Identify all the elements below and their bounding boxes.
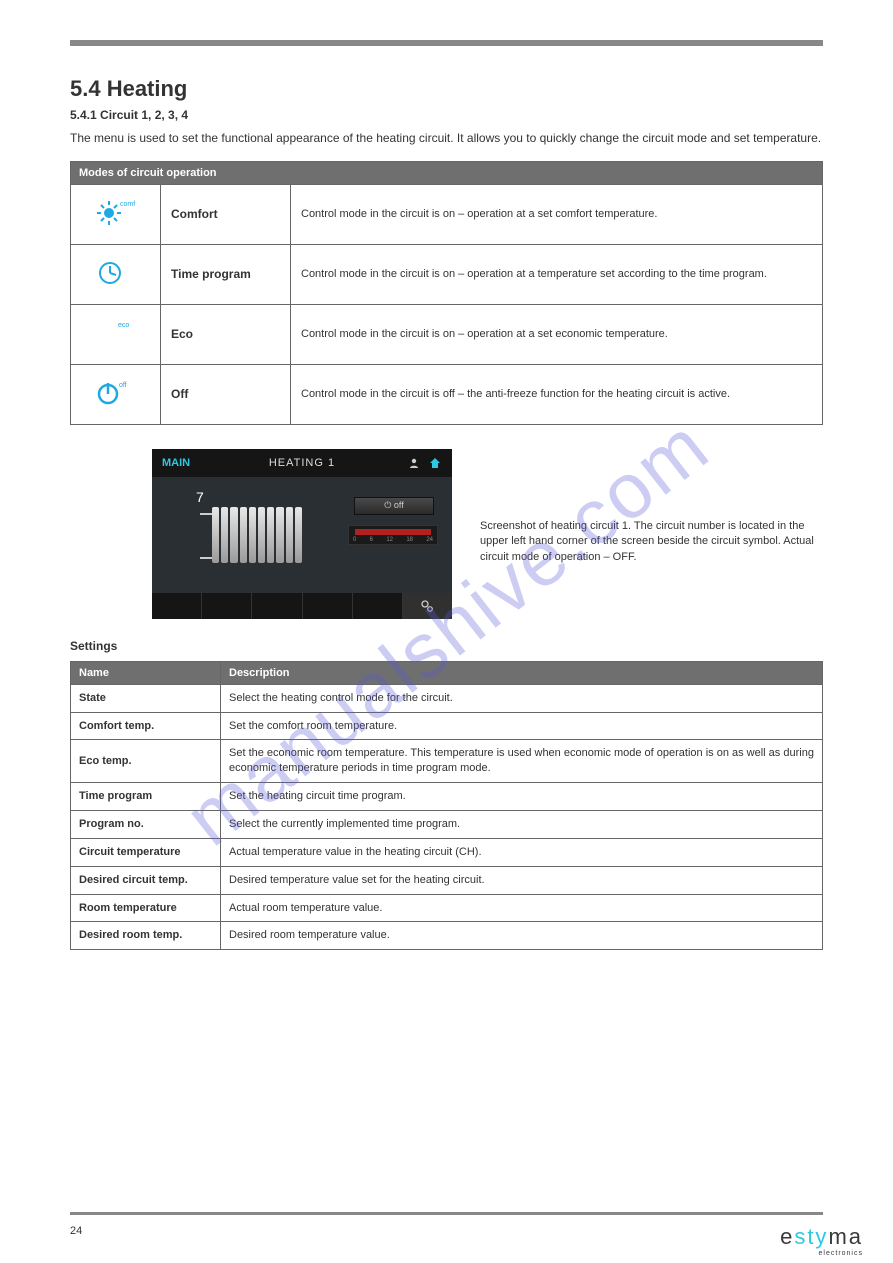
tick: 18 (406, 537, 413, 543)
setting-desc: Set the comfort room temperature. (221, 712, 823, 740)
svg-text:off: off (119, 382, 127, 389)
sun-icon: comf (94, 197, 138, 229)
modes-table-header: Modes of circuit operation (71, 161, 823, 184)
moon-icon: eco (94, 317, 138, 349)
clock-icon (94, 257, 138, 289)
table-row: comf Comfort Control mode in the circuit… (71, 184, 823, 244)
table-row: Time program Control mode in the circuit… (71, 244, 823, 304)
setting-name: Comfort temp. (71, 712, 221, 740)
radiator-pipe (200, 513, 212, 515)
brand-part: sty (794, 1224, 828, 1249)
bottom-rule (70, 1212, 823, 1215)
setting-desc: Select the heating control mode for the … (221, 684, 823, 712)
footer-logo: estyma electronics (780, 1224, 863, 1257)
mode-desc: Control mode in the circuit is on – oper… (291, 184, 823, 244)
setting-desc: Set the economic room temperature. This … (221, 740, 823, 783)
power-icon: off (94, 377, 138, 409)
brand-part: e (780, 1224, 794, 1249)
gear-icon (419, 598, 435, 614)
mode-label: Time program (161, 244, 291, 304)
table-row: StateSelect the heating control mode for… (71, 684, 823, 712)
mode-button[interactable]: ⏻ off (354, 497, 434, 515)
mode-icon-cell: off (71, 364, 161, 424)
mode-icon-cell (71, 244, 161, 304)
setting-name: Time program (71, 783, 221, 811)
setting-name: Eco temp. (71, 740, 221, 783)
mode-desc: Control mode in the circuit is off – the… (291, 364, 823, 424)
settings-title: Settings (70, 639, 823, 653)
page-number: 24 (70, 1225, 82, 1237)
table-row: off Off Control mode in the circuit is o… (71, 364, 823, 424)
brand-part: ma (828, 1224, 863, 1249)
svg-text:comf: comf (120, 201, 135, 208)
table-row: Comfort temp.Set the comfort room temper… (71, 712, 823, 740)
table-row: Time programSet the heating circuit time… (71, 783, 823, 811)
settings-header-name: Name (71, 661, 221, 684)
top-rule (70, 40, 823, 46)
screenshot-title: HEATING 1 (152, 457, 452, 469)
setting-desc: Select the currently implemented time pr… (221, 811, 823, 839)
setting-desc: Desired room temperature value. (221, 922, 823, 950)
settings-button[interactable] (403, 593, 452, 619)
circuit-number: 7 (196, 489, 204, 505)
mode-button-label: ⏻ off (384, 500, 403, 511)
section-intro: The menu is used to set the functional a… (70, 130, 823, 147)
screenshot-row: MAIN HEATING 1 7 ⏻ off 0 (70, 449, 823, 619)
tick: 6 (370, 537, 373, 543)
tick: 0 (353, 537, 356, 543)
setting-name: State (71, 684, 221, 712)
setting-name: Room temperature (71, 894, 221, 922)
screenshot-caption: Screenshot of heating circuit 1. The cir… (480, 449, 823, 565)
table-row: Program no.Select the currently implemen… (71, 811, 823, 839)
section-heading: 5.4 Heating (70, 76, 823, 102)
mode-label: Eco (161, 304, 291, 364)
setting-desc: Set the heating circuit time program. (221, 783, 823, 811)
brand-sub: electronics (780, 1250, 863, 1257)
device-screenshot: MAIN HEATING 1 7 ⏻ off 0 (152, 449, 452, 619)
screenshot-titlebar: MAIN HEATING 1 (152, 449, 452, 477)
mode-desc: Control mode in the circuit is on – oper… (291, 304, 823, 364)
settings-header-desc: Description (221, 661, 823, 684)
table-row: Eco temp.Set the economic room temperatu… (71, 740, 823, 783)
setting-name: Desired room temp. (71, 922, 221, 950)
svg-text:eco: eco (118, 322, 129, 329)
setting-name: Desired circuit temp. (71, 866, 221, 894)
mode-icon-cell: eco (71, 304, 161, 364)
radiator-icon (212, 507, 302, 563)
setting-desc: Actual room temperature value. (221, 894, 823, 922)
modes-table: Modes of circuit operation comf Comfort … (70, 161, 823, 425)
screenshot-bottom-bar (152, 593, 452, 619)
table-row: eco Eco Control mode in the circuit is o… (71, 304, 823, 364)
tick: 12 (386, 537, 393, 543)
table-row: Circuit temperatureActual temperature va… (71, 838, 823, 866)
setting-name: Circuit temperature (71, 838, 221, 866)
user-icon (408, 457, 420, 469)
mode-label: Comfort (161, 184, 291, 244)
setting-desc: Actual temperature value in the heating … (221, 838, 823, 866)
time-program-bar[interactable]: 0 6 12 18 24 (348, 525, 438, 545)
home-icon (428, 456, 442, 470)
screenshot-body: 7 ⏻ off 0 6 12 18 24 (152, 477, 452, 593)
settings-table: Name Description StateSelect the heating… (70, 661, 823, 950)
tick: 24 (426, 537, 433, 543)
table-row: Desired circuit temp.Desired temperature… (71, 866, 823, 894)
table-row: Room temperatureActual room temperature … (71, 894, 823, 922)
table-row: Desired room temp.Desired room temperatu… (71, 922, 823, 950)
setting-desc: Desired temperature value set for the he… (221, 866, 823, 894)
mode-desc: Control mode in the circuit is on – oper… (291, 244, 823, 304)
section-subheading: 5.4.1 Circuit 1, 2, 3, 4 (70, 108, 823, 122)
mode-label: Off (161, 364, 291, 424)
radiator-pipe (200, 557, 212, 559)
mode-icon-cell: comf (71, 184, 161, 244)
setting-name: Program no. (71, 811, 221, 839)
